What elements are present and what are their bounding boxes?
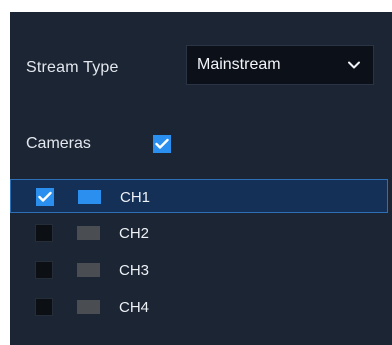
channel-label: CH2 <box>119 225 150 242</box>
cameras-select-all-checkbox[interactable] <box>153 135 171 153</box>
channel-label: CH3 <box>119 262 150 279</box>
cameras-label: Cameras <box>26 135 91 152</box>
camera-color-swatch <box>77 263 100 277</box>
channel-checkbox-ch2[interactable] <box>35 224 53 242</box>
camera-color-swatch <box>77 300 100 314</box>
checkmark-icon <box>38 191 52 202</box>
stream-type-select[interactable]: Mainstream <box>186 45 374 85</box>
checkmark-icon <box>155 138 169 149</box>
cameras-row: Cameras <box>10 132 392 156</box>
channel-checkbox-ch4[interactable] <box>35 298 53 316</box>
camera-color-swatch <box>78 190 101 204</box>
channel-checkbox-ch3[interactable] <box>35 261 53 279</box>
stream-type-row: Stream Type Mainstream <box>10 45 392 91</box>
channel-row-ch3[interactable]: CH3 <box>10 253 388 287</box>
channel-label: CH1 <box>120 189 151 206</box>
stream-type-value: Mainstream <box>197 56 281 73</box>
channel-checkbox-ch1[interactable] <box>36 188 54 206</box>
channel-row-ch1[interactable]: CH1 <box>10 179 388 213</box>
export-settings-panel: Stream Type Mainstream Cameras CH1 CH2 C… <box>10 12 392 345</box>
camera-color-swatch <box>77 226 100 240</box>
stream-type-label: Stream Type <box>26 59 119 76</box>
channel-label: CH4 <box>119 299 150 316</box>
channel-row-ch4[interactable]: CH4 <box>10 290 388 324</box>
chevron-down-icon <box>347 58 361 72</box>
channel-row-ch2[interactable]: CH2 <box>10 216 388 250</box>
